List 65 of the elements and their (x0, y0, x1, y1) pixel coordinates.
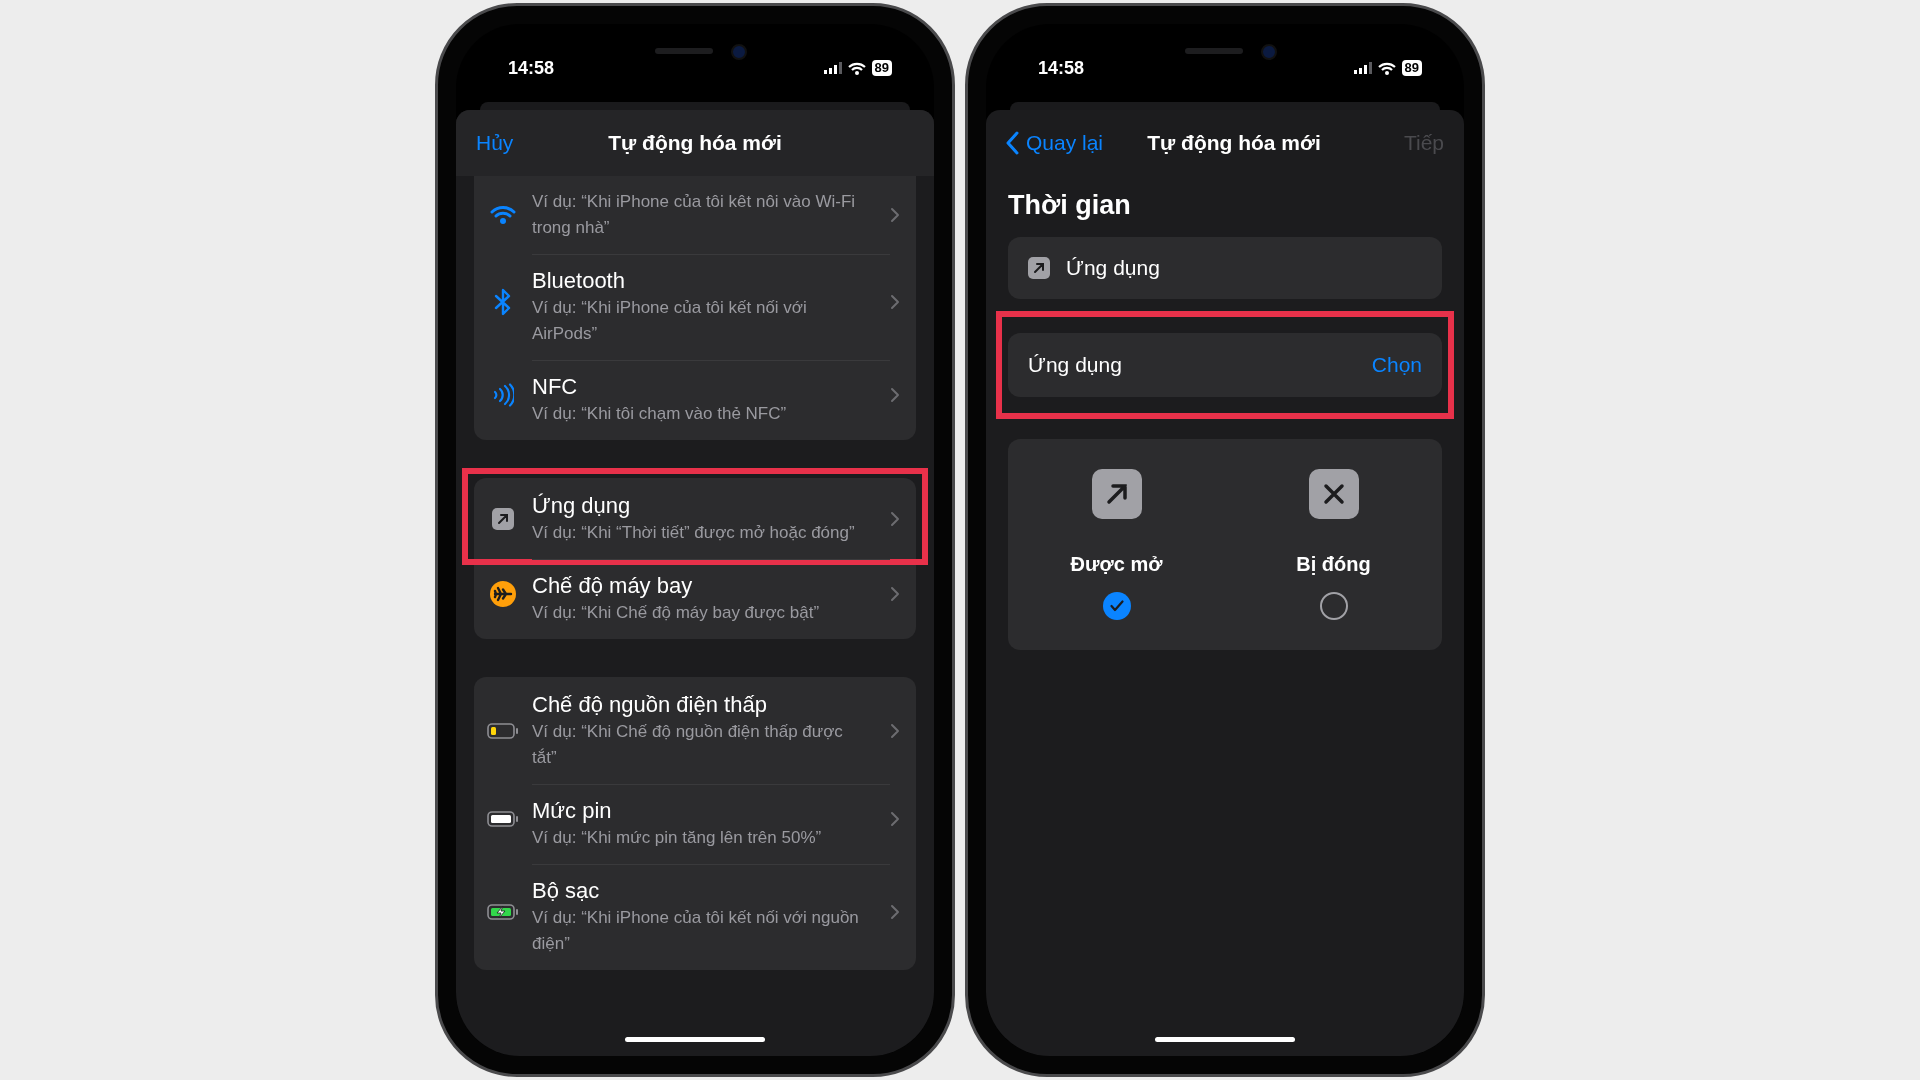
row-title: Bluetooth (532, 267, 626, 295)
row-subtitle: Ví dụ: “Khi iPhone của tôi kêt nôi vào Wi-Fi trong nhà” (532, 191, 857, 239)
wifi-icon (490, 205, 516, 225)
camera-lens (731, 44, 747, 60)
trigger-row[interactable]: Chế độ nguồn điện thấp Ví dụ: “Khi Chế độ nguồn điện thấp được tắt” (474, 677, 916, 784)
camera-lens (1261, 44, 1277, 60)
status-time: 14:58 (1038, 57, 1085, 79)
bluetooth-icon (494, 287, 512, 316)
nav-title: Tự động hóa mới (608, 131, 782, 155)
wifi-icon (847, 61, 866, 75)
chevron-icon (890, 207, 900, 223)
row-subtitle: Ví dụ: “Khi tôi chạm vào thẻ NFC” (532, 403, 788, 425)
trigger-row[interactable]: NFC Ví dụ: “Khi tôi chạm vào thẻ NFC” (474, 360, 916, 440)
nfc-icon (492, 382, 514, 407)
row-subtitle: Ví dụ: “Khi iPhone của tôi kết nối với AirPods” (532, 297, 808, 345)
chevron-icon (890, 293, 900, 310)
app-picker-row[interactable]: Ứng dụng Chọn (1008, 333, 1442, 397)
chevron-left-icon (1006, 131, 1020, 155)
back-button[interactable]: Quay lại (1006, 131, 1104, 155)
status-time: 14:58 (508, 57, 555, 79)
row-title: Bộ sạc (532, 877, 601, 905)
nav-title: Tự động hóa mới (1147, 131, 1321, 155)
cross-tile-icon (1308, 469, 1359, 519)
battery-indicator: 89 (871, 60, 892, 76)
row-subtitle: Ví dụ: “Khi “Thời tiết” được mở hoặc đóng” (532, 522, 856, 544)
section-heading: Thời gian (1008, 190, 1132, 221)
option-label: Được mở (1070, 553, 1163, 576)
trigger-row[interactable]: Bluetooth Ví dụ: “Khi iPhone của tôi kết nối với AirPods” (474, 254, 916, 360)
chevron-icon (890, 722, 900, 739)
row-subtitle: Ví dụ: “Khi Chế độ máy bay được bật” (532, 602, 821, 624)
chevron-icon (890, 510, 900, 527)
option-label: Bị đóng (1296, 553, 1371, 576)
cancel-button[interactable]: Hủy (476, 131, 514, 155)
battery-indicator: 89 (1401, 60, 1422, 76)
airplane-icon (490, 580, 516, 607)
chevron-icon (890, 810, 900, 827)
charging-battery-icon (487, 903, 519, 920)
row-title: NFC (532, 373, 579, 401)
arrow-tile-icon (1091, 469, 1142, 519)
trigger-row[interactable]: Mức pin Ví dụ: “Khi mức pin tăng lên trên 50%” (474, 784, 916, 864)
battery-icon (487, 810, 519, 827)
trigger-row[interactable]: Ứng dụng Ví dụ: “Khi “Thời tiết” được mở hoặc đóng” (474, 478, 916, 559)
signal-icon (1353, 62, 1372, 74)
row-title: Mức pin (532, 797, 613, 825)
trigger-row[interactable]: Bộ sạc Ví dụ: “Khi iPhone của tôi kết nối với nguồn điện” (474, 864, 916, 970)
row-title: Chế độ máy bay (532, 572, 694, 600)
wifi-icon (1377, 61, 1396, 75)
speaker-grille (1185, 48, 1243, 54)
row-title: Ứng dụng (532, 492, 632, 520)
chevron-icon (890, 903, 900, 920)
radio-button[interactable] (1102, 592, 1131, 620)
chevron-icon (890, 386, 900, 403)
trigger-row[interactable]: Chế độ máy bay Ví dụ: “Khi Chế độ máy bay được bật” (474, 559, 916, 639)
radio-button[interactable] (1319, 592, 1348, 620)
chevron-icon (890, 585, 900, 602)
row-subtitle: Ví dụ: “Khi Chế độ nguồn điện thấp được tắt” (532, 721, 844, 769)
speaker-grille (655, 48, 713, 54)
trigger-row[interactable]: Ví dụ: “Khi iPhone của tôi kêt nôi vào Wi-Fi trong nhà” (474, 176, 916, 254)
signal-icon (823, 62, 842, 74)
row-title: Chế độ nguồn điện thấp (532, 691, 768, 719)
row-subtitle: Ví dụ: “Khi iPhone của tôi kết nối với nguồn điện” (532, 907, 860, 955)
low-battery-icon (487, 722, 519, 739)
row-subtitle: Ví dụ: “Khi mức pin tăng lên trên 50%” (532, 827, 823, 849)
trigger-label: Ứng dụng (1066, 256, 1160, 280)
checkmark-icon (1109, 600, 1124, 612)
